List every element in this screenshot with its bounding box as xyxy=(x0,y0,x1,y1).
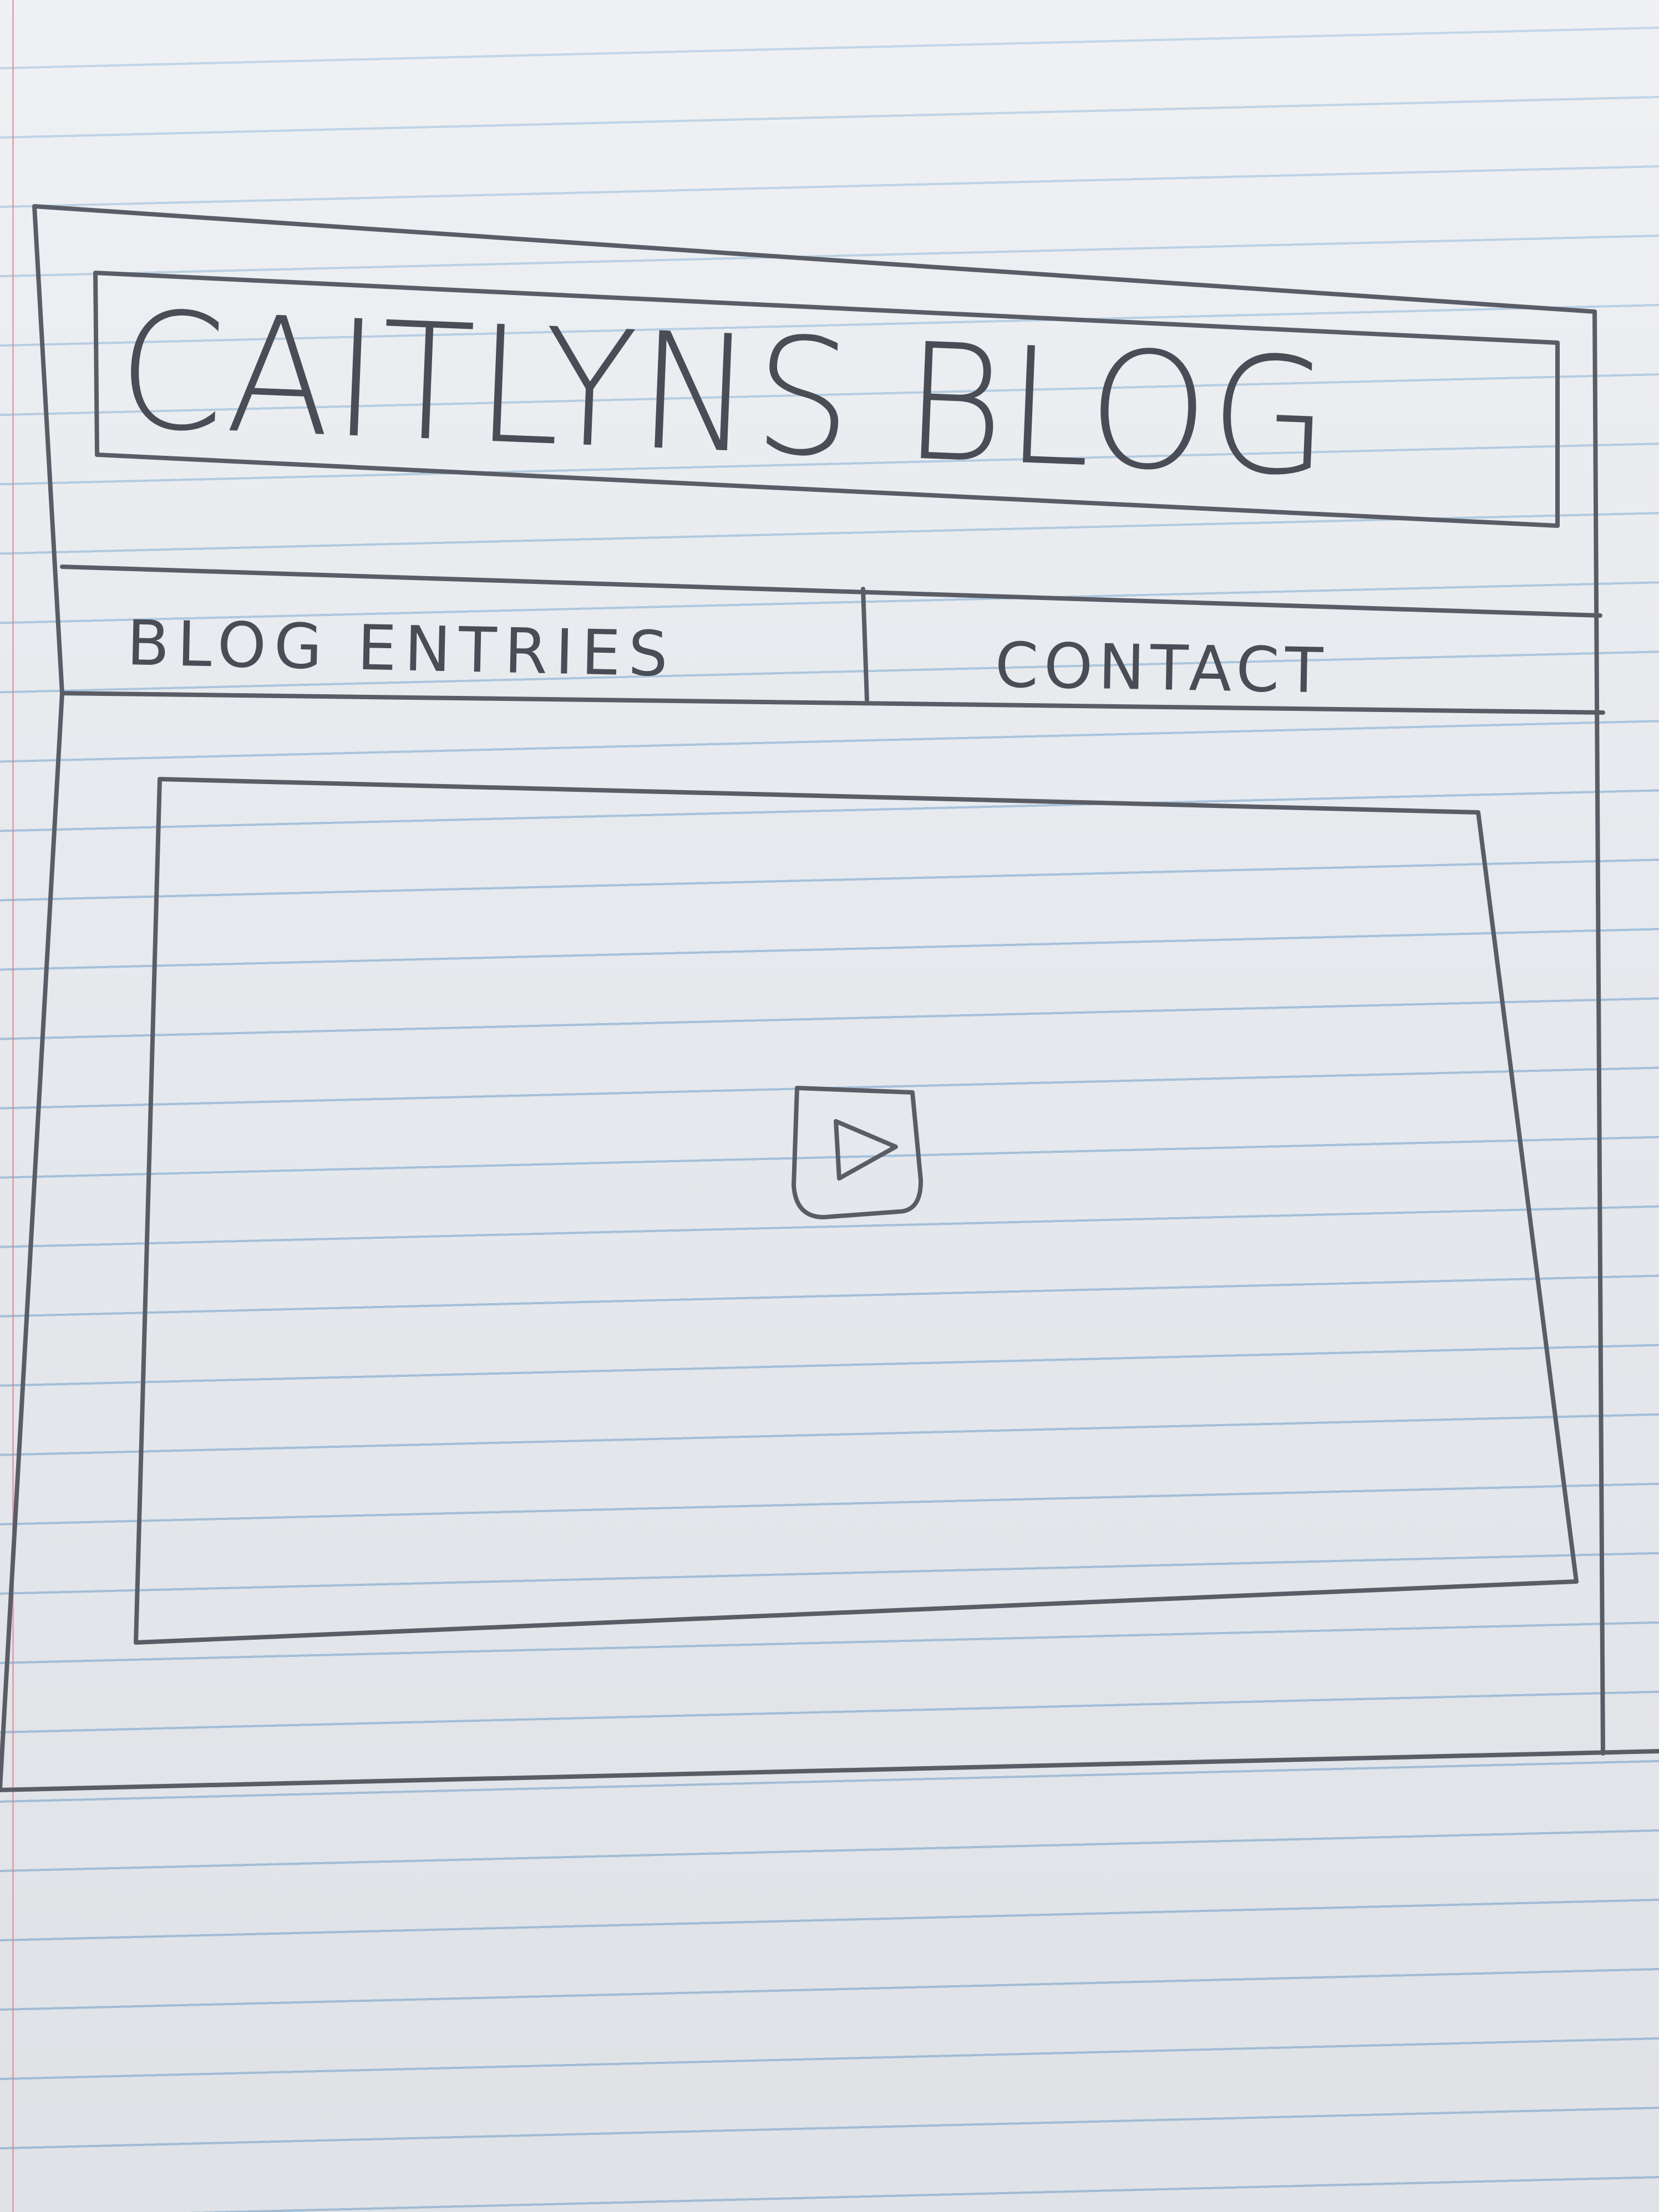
play-button[interactable] xyxy=(785,1081,929,1226)
play-icon xyxy=(834,1119,898,1181)
play-button-frame xyxy=(792,1086,924,1219)
nav-item-blog-entries[interactable]: BLOG ENTRIES xyxy=(126,607,676,691)
nav-item-contact[interactable]: CONTACT xyxy=(995,629,1329,707)
